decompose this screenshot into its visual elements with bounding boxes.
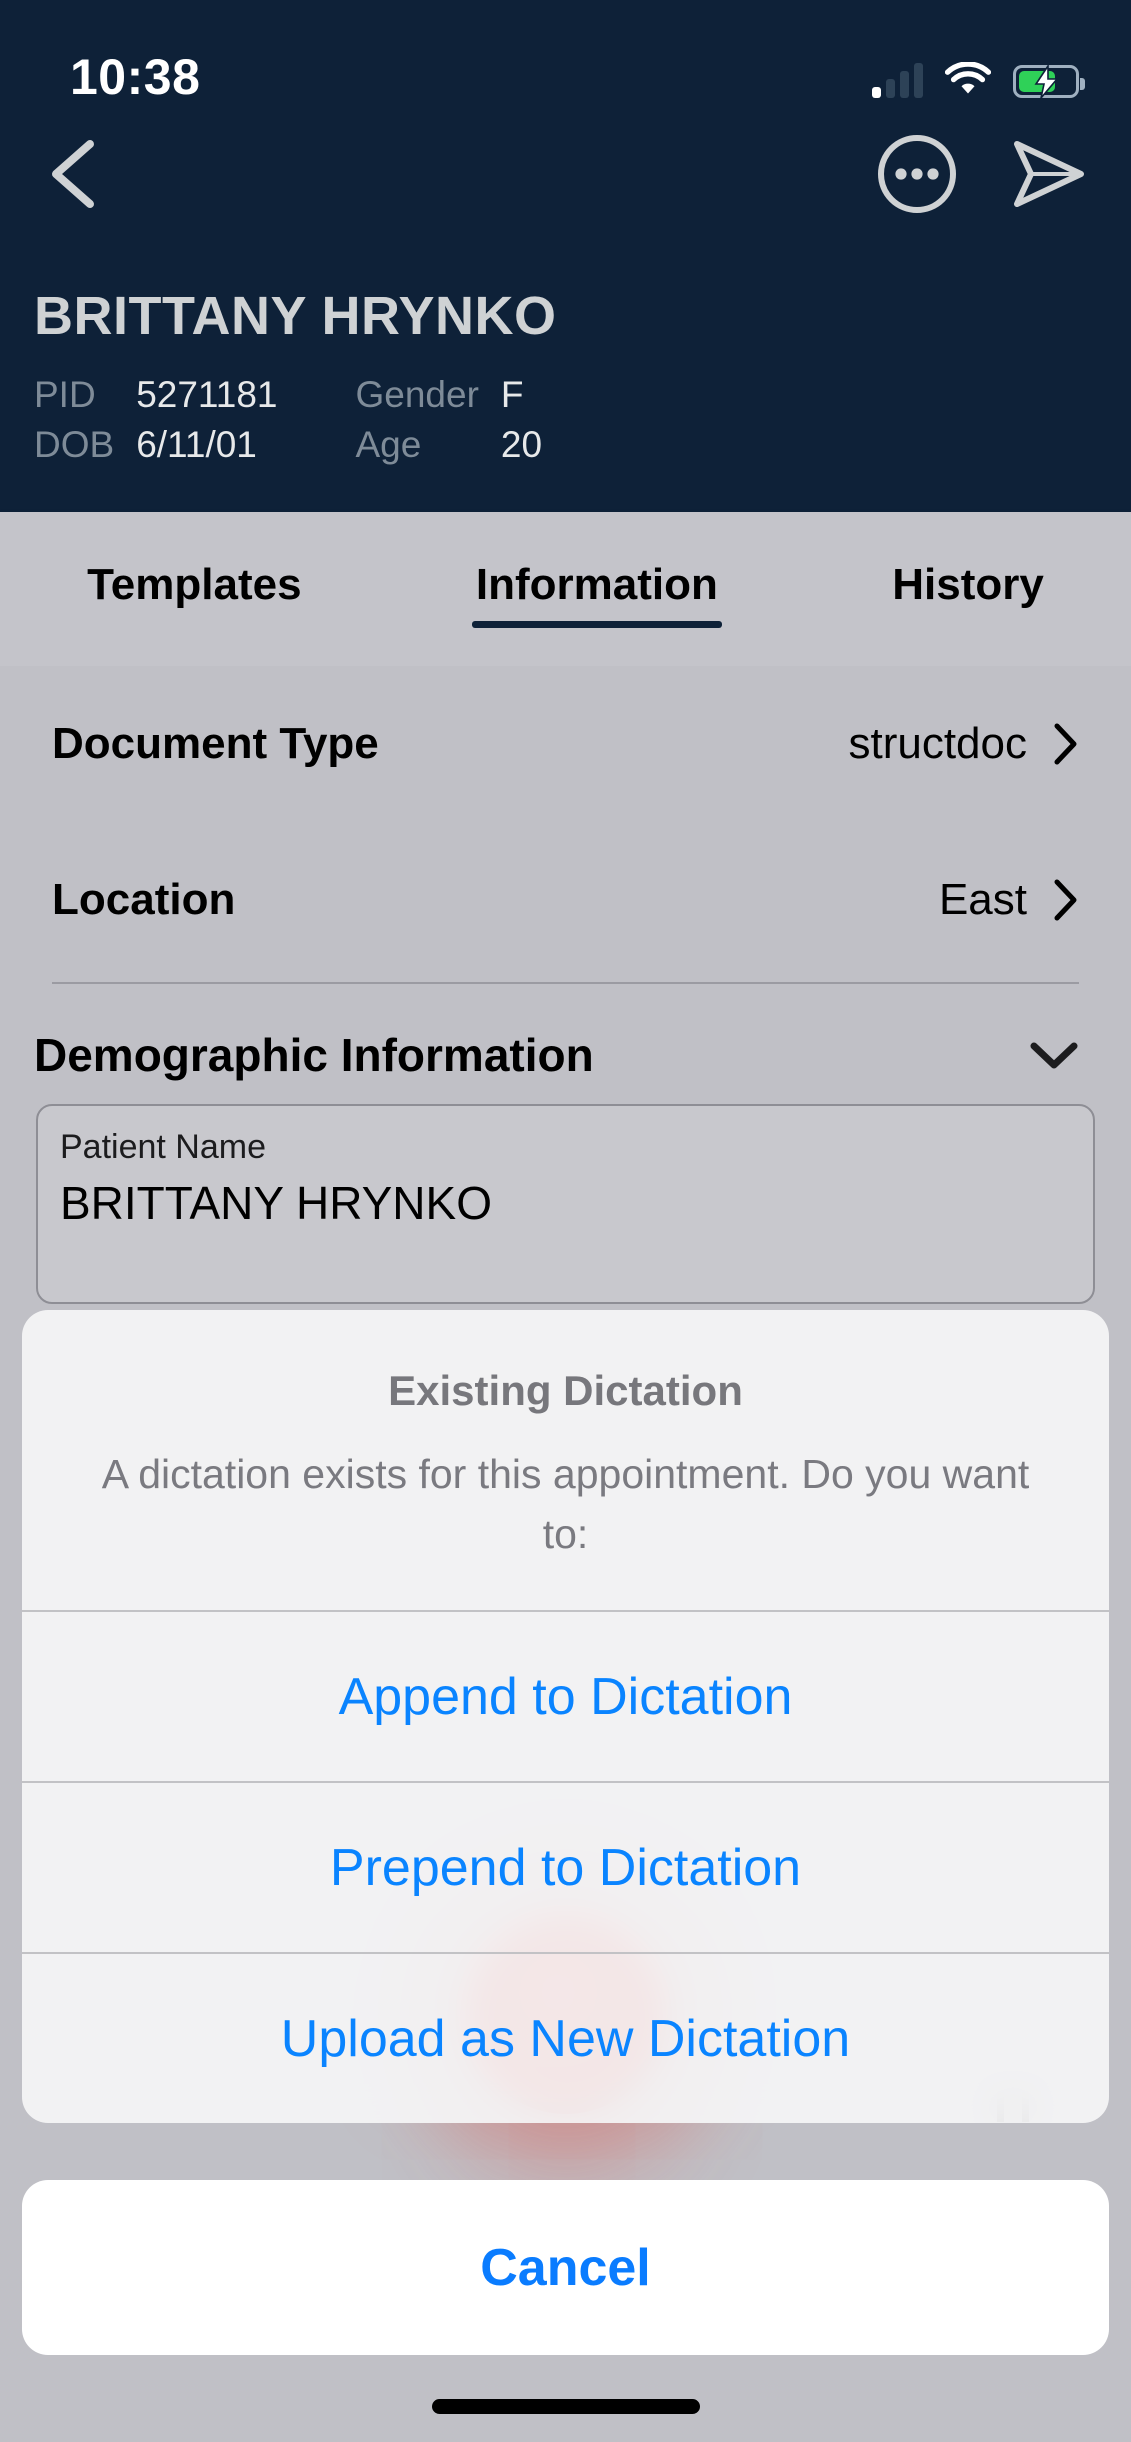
upload-as-new-dictation-button[interactable]: Upload as New Dictation (22, 1952, 1109, 2123)
prepend-to-dictation-button[interactable]: Prepend to Dictation (22, 1781, 1109, 1952)
cancel-button[interactable]: Cancel (22, 2180, 1109, 2355)
existing-dictation-action-sheet: Existing Dictation A dictation exists fo… (22, 1310, 1109, 2123)
phone-screen: 10:38 BRITTANY HRYNKO PID 5271181 Gender… (0, 0, 1131, 2442)
append-to-dictation-button[interactable]: Append to Dictation (22, 1610, 1109, 1781)
action-sheet-title: Existing Dictation (388, 1367, 743, 1414)
action-sheet-message: A dictation exists for this appointment.… (101, 1451, 1030, 1557)
home-indicator (431, 2399, 700, 2414)
action-sheet-header: Existing Dictation A dictation exists fo… (22, 1310, 1109, 1610)
